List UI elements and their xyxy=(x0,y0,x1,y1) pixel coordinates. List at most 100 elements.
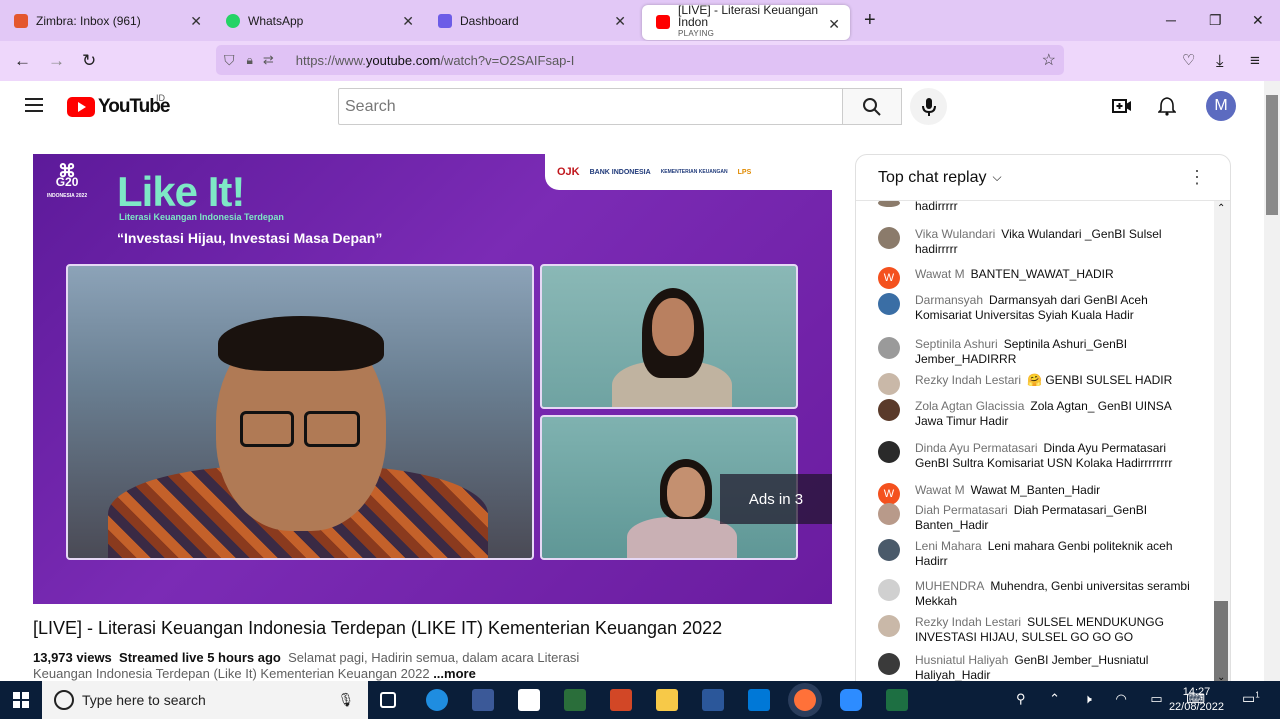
more-options-icon[interactable]: ⋮ xyxy=(1188,167,1206,188)
video-description[interactable]: 13,973 views Streamed live 5 hours ago S… xyxy=(33,650,593,682)
close-tab-icon[interactable]: ✕ xyxy=(190,13,202,30)
search-icon xyxy=(863,97,881,116)
avatar[interactable] xyxy=(878,653,900,675)
bookmark-star-icon[interactable]: ☆ xyxy=(1042,50,1056,70)
avatar[interactable] xyxy=(878,373,900,395)
chat-messages: hadirrrrr Vika Wulandari Vika Wulandari _… xyxy=(856,201,1216,683)
microphone-icon xyxy=(921,97,936,116)
app-icon[interactable] xyxy=(564,689,586,711)
file-explorer-icon[interactable] xyxy=(656,689,678,711)
avatar[interactable] xyxy=(878,227,900,249)
g20-sub: INDONESIA 2022 xyxy=(47,193,88,199)
guide-menu-icon[interactable] xyxy=(25,98,43,112)
chat-message: Septinila Ashuri Septinila Ashuri_GenBI J… xyxy=(878,337,1198,367)
close-tab-icon[interactable]: ✕ xyxy=(828,16,840,33)
mail-icon[interactable] xyxy=(748,689,770,711)
word-icon[interactable] xyxy=(702,689,724,711)
powerpoint-icon[interactable] xyxy=(610,689,632,711)
avatar[interactable] xyxy=(878,579,900,601)
forward-icon[interactable]: → xyxy=(48,51,65,71)
chat-author[interactable]: Septinila Ashuri xyxy=(915,337,998,351)
menu-icon[interactable]: ≡ xyxy=(1250,51,1260,71)
taskbar-clock[interactable]: 14:27 22/08/2022 xyxy=(1169,685,1224,715)
avatar[interactable] xyxy=(878,399,900,421)
chat-author[interactable]: Leni Mahara xyxy=(915,539,982,553)
close-tab-icon[interactable]: ✕ xyxy=(614,13,626,30)
store-icon[interactable] xyxy=(518,689,540,711)
microphone-icon[interactable]: 🎙︎ xyxy=(337,692,354,708)
chat-scrollbar[interactable]: ⌃ ⌄ xyxy=(1214,201,1230,683)
minimize-icon[interactable]: ─ xyxy=(1166,12,1176,28)
notification-center-icon[interactable]: ▭1 xyxy=(1242,690,1260,707)
avatar[interactable] xyxy=(878,503,900,525)
chat-author[interactable]: Rezky Indah Lestari xyxy=(915,373,1021,387)
avatar[interactable]: W xyxy=(878,483,900,505)
chat-message: Rezky Indah Lestari 🤗 GENBI SULSEL HADIR xyxy=(878,373,1198,395)
avatar[interactable] xyxy=(878,539,900,561)
restore-icon[interactable]: ❐ xyxy=(1209,12,1222,29)
url-path: /watch?v=O2SAIFsap-I xyxy=(440,52,575,68)
reload-icon[interactable]: ↻ xyxy=(82,51,96,71)
chat-author[interactable]: MUHENDRA xyxy=(915,579,984,593)
chevron-down-icon[interactable]: ⌵ xyxy=(993,170,1002,185)
notifications-bell-icon[interactable] xyxy=(1158,96,1176,116)
window-close-icon[interactable]: ✕ xyxy=(1252,12,1264,29)
tab-whatsapp[interactable]: WhatsApp ✕ xyxy=(212,0,424,41)
taskbar-search-input[interactable]: Type here to search 🎙︎ xyxy=(42,681,368,719)
chat-message-body: Rezky Indah Lestari 🤗 GENBI SULSEL HADIR xyxy=(915,373,1172,395)
search-button[interactable] xyxy=(842,88,902,125)
tab-dashboard[interactable]: Dashboard ✕ xyxy=(424,0,636,41)
excel-icon[interactable] xyxy=(886,689,908,711)
stream-date: Streamed live 5 hours ago xyxy=(119,650,281,665)
facebook-icon[interactable] xyxy=(472,689,494,711)
youtube-logo[interactable]: YouTube xyxy=(67,96,170,118)
tab-youtube-live[interactable]: [LIVE] - Literasi Keuangan Indon PLAYING… xyxy=(642,4,850,40)
chat-author[interactable]: Darmansyah xyxy=(915,293,983,307)
new-tab-icon[interactable]: + xyxy=(864,9,876,32)
shield-icon[interactable]: ⛉ xyxy=(224,52,235,69)
scroll-up-icon[interactable]: ⌃ xyxy=(1217,203,1225,214)
chat-author[interactable]: Husniatul Haliyah xyxy=(915,653,1008,667)
chat-author[interactable]: Diah Permatasari xyxy=(915,503,1008,517)
participant-head xyxy=(667,467,705,517)
avatar[interactable] xyxy=(878,293,900,315)
chat-mode-dropdown[interactable]: Top chat replay xyxy=(878,169,987,187)
permissions-icon[interactable]: ⇄ xyxy=(263,52,274,68)
chat-author[interactable]: Dinda Ayu Permatasari xyxy=(915,441,1038,455)
chat-message-partial: hadirrrrr xyxy=(878,201,1198,214)
firefox-icon[interactable] xyxy=(794,689,816,711)
create-video-icon[interactable] xyxy=(1112,97,1132,115)
back-icon[interactable]: ← xyxy=(14,51,31,71)
voice-search-button[interactable] xyxy=(910,88,947,125)
chat-message-body: Vika Wulandari Vika Wulandari _GenBI Suls… xyxy=(915,227,1198,257)
show-more-link[interactable]: ...more xyxy=(433,666,476,681)
edge-icon[interactable] xyxy=(426,689,448,711)
lock-icon[interactable]: 🔒︎ xyxy=(247,53,253,68)
chat-author[interactable]: Wawat M xyxy=(915,483,965,497)
chat-message: W Wawat M Wawat M_Banten_Hadir xyxy=(878,483,1198,505)
pocket-icon[interactable]: ♡ xyxy=(1182,51,1195,69)
zoom-icon[interactable] xyxy=(840,689,862,711)
task-view-icon[interactable] xyxy=(380,692,396,708)
chat-author[interactable]: Wawat M xyxy=(915,267,965,281)
video-player[interactable]: ⌘ G20 INDONESIA 2022 Like It! Literasi Keu… xyxy=(33,154,832,604)
chat-author[interactable]: Rezky Indah Lestari xyxy=(915,615,1021,629)
chat-author[interactable]: Vika Wulandari xyxy=(915,227,995,241)
avatar[interactable] xyxy=(878,337,900,359)
chat-author[interactable]: Zola Agtan Glacissia xyxy=(915,399,1024,413)
tab-zimbra[interactable]: Zimbra: Inbox (961) ✕ xyxy=(0,0,212,41)
avatar[interactable] xyxy=(878,615,900,637)
search-input[interactable]: Search xyxy=(338,88,843,125)
page-scroll-thumb[interactable] xyxy=(1266,95,1278,215)
account-avatar[interactable]: M xyxy=(1206,91,1236,121)
page-scrollbar[interactable] xyxy=(1264,81,1280,681)
close-tab-icon[interactable]: ✕ xyxy=(402,13,414,30)
participant-panel-top xyxy=(540,264,798,409)
downloads-icon[interactable]: ⤓ xyxy=(1216,51,1224,71)
like-it-subtitle: Literasi Keuangan Indonesia Terdepan xyxy=(119,212,284,222)
avatar[interactable] xyxy=(878,441,900,463)
url-bar[interactable]: ⛉ 🔒︎ ⇄ https://www.youtube.com/watch?v=O… xyxy=(216,45,1064,75)
windows-start-icon[interactable] xyxy=(13,692,29,708)
avatar[interactable]: W xyxy=(878,267,900,289)
chat-message: Darmansyah Darmansyah dari GenBI Aceh Kom… xyxy=(878,293,1198,323)
